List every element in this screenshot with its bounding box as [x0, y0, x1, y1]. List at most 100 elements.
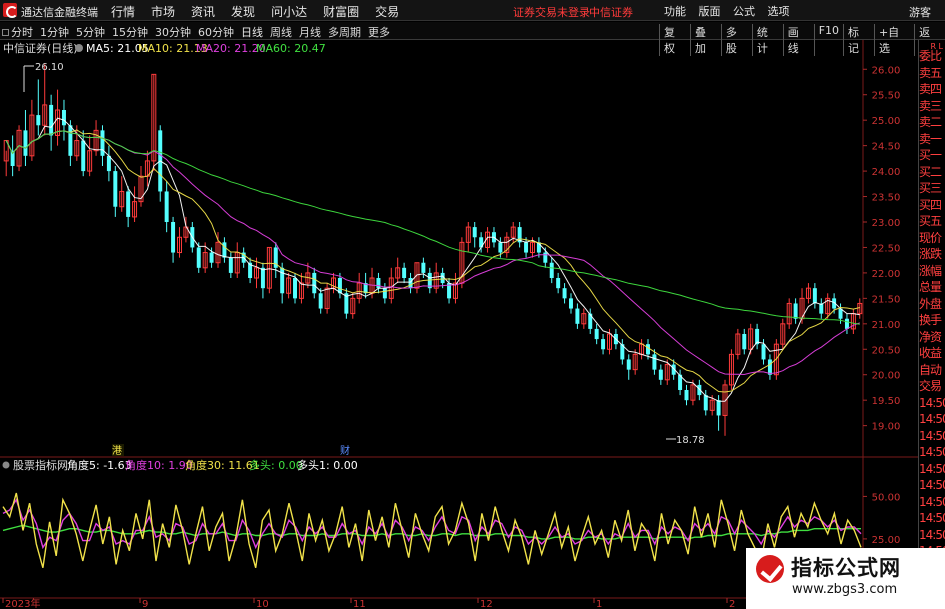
quote-item[interactable]: 14:50: [919, 494, 945, 511]
quote-item[interactable]: 买五: [919, 213, 945, 230]
guest-user[interactable]: 游客: [909, 4, 931, 20]
tab-monthly[interactable]: 月线: [299, 24, 321, 40]
candle-down[interactable]: [280, 267, 285, 294]
tab-daily[interactable]: 日线: [241, 24, 263, 40]
candle-down[interactable]: [498, 242, 503, 253]
candle-down[interactable]: [81, 140, 86, 172]
candle-down[interactable]: [113, 171, 118, 207]
quote-item[interactable]: 涨跌: [919, 246, 945, 263]
candle-down[interactable]: [543, 252, 548, 263]
candle-down[interactable]: [68, 125, 73, 156]
quote-item[interactable]: 14:50: [919, 428, 945, 445]
candle-down[interactable]: [100, 130, 105, 156]
tab-60min[interactable]: 60分钟: [198, 24, 234, 40]
candle-down[interactable]: [658, 369, 663, 380]
tab-1min[interactable]: 1分钟: [40, 24, 69, 40]
tab-30min[interactable]: 30分钟: [155, 24, 191, 40]
menu-item-formula[interactable]: 公式: [733, 5, 755, 18]
menu-item-exchange[interactable]: 市场: [151, 3, 175, 20]
candle-down[interactable]: [652, 354, 657, 370]
candle-down[interactable]: [171, 222, 176, 253]
quote-item[interactable]: 换手: [919, 312, 945, 329]
candle-down[interactable]: [421, 262, 426, 273]
candle-down[interactable]: [23, 130, 28, 156]
candle-down[interactable]: [408, 278, 413, 289]
candle-down[interactable]: [209, 252, 214, 263]
candle-down[interactable]: [318, 293, 323, 309]
candle-down[interactable]: [556, 278, 561, 289]
candle-down[interactable]: [164, 191, 169, 222]
candle-down[interactable]: [767, 359, 772, 375]
menu-item-discover[interactable]: 发现: [231, 3, 255, 20]
candle-down[interactable]: [312, 272, 317, 294]
quote-item[interactable]: 收益: [919, 345, 945, 362]
candle-down[interactable]: [228, 257, 233, 273]
quote-item[interactable]: 总量: [919, 279, 945, 296]
indicator-settings-icon[interactable]: [2, 461, 10, 469]
tab-weekly[interactable]: 周线: [270, 24, 292, 40]
candle-down[interactable]: [844, 318, 849, 329]
candle-down[interactable]: [703, 395, 708, 411]
indicator-name[interactable]: 股票指标网: [13, 458, 68, 472]
quote-item[interactable]: 14:50: [919, 444, 945, 461]
quote-item[interactable]: 买二: [919, 164, 945, 181]
kline-chart[interactable]: 26.00 25.50 25.00 24.50 24.00 23.50 23.00 22.50…: [0, 40, 918, 609]
chart-stage[interactable]: 26.00 25.50 25.00 24.50 24.00 23.50 23.00 22.50…: [0, 40, 918, 609]
quote-item[interactable]: 卖三: [919, 98, 945, 115]
candle-down[interactable]: [61, 110, 66, 126]
tab-more[interactable]: 更多: [368, 24, 390, 40]
quote-item[interactable]: 买一: [919, 147, 945, 164]
quote-item[interactable]: 涨幅: [919, 263, 945, 280]
tab-multi-period[interactable]: 多周期: [328, 24, 361, 40]
candle-down[interactable]: [575, 308, 580, 324]
tab-15min[interactable]: 15分钟: [112, 24, 148, 40]
candle-down[interactable]: [646, 344, 650, 355]
panel-corner-label[interactable]: R L: [930, 42, 943, 51]
login-status[interactable]: 证券交易未登录: [513, 4, 590, 20]
menu-item-function[interactable]: 功能: [664, 5, 686, 18]
quote-item[interactable]: 外盘: [919, 296, 945, 313]
candle-down[interactable]: [742, 334, 747, 350]
quote-item[interactable]: 卖一: [919, 131, 945, 148]
quote-item[interactable]: 买四: [919, 197, 945, 214]
menu-item-layout[interactable]: 版面: [699, 5, 721, 18]
candle-down[interactable]: [472, 227, 477, 238]
menu-item-assistant[interactable]: 问小达: [271, 3, 307, 20]
candle-down[interactable]: [601, 339, 606, 350]
candle-down[interactable]: [684, 390, 689, 401]
menu-item-market[interactable]: 行情: [111, 3, 135, 20]
finance-report-marker[interactable]: 财: [340, 444, 350, 457]
tab-5min[interactable]: 5分钟: [76, 24, 105, 40]
candle-down[interactable]: [402, 267, 407, 278]
quote-item[interactable]: 净资: [919, 329, 945, 346]
quote-item[interactable]: 卖四: [919, 81, 945, 98]
quote-item[interactable]: 14:50: [919, 510, 945, 527]
candle-down[interactable]: [549, 262, 554, 278]
quote-item[interactable]: 卖五: [919, 65, 945, 82]
quote-item[interactable]: 卖二: [919, 114, 945, 131]
candle-down[interactable]: [382, 288, 387, 299]
quote-item[interactable]: 自动: [919, 362, 945, 379]
quote-item[interactable]: 现价: [919, 230, 945, 247]
hk-connect-marker[interactable]: 港: [112, 445, 122, 457]
candle-down[interactable]: [793, 303, 798, 319]
settings-icon[interactable]: [75, 44, 83, 52]
menu-item-options[interactable]: 选项: [768, 5, 790, 18]
candle-down[interactable]: [260, 267, 265, 289]
quote-item[interactable]: 14:50: [919, 527, 945, 544]
quote-item[interactable]: 14:50: [919, 411, 945, 428]
broker-name[interactable]: 中信证券: [589, 4, 633, 20]
quote-item[interactable]: 14:50: [919, 477, 945, 494]
menu-item-trade[interactable]: 交易: [375, 3, 399, 20]
candle-down[interactable]: [49, 104, 54, 136]
quote-side-panel[interactable]: R L 委比 卖五 卖四 卖三 卖二 卖一 买一 买二 买三 买四 买五 现价 涨跌 涨幅 总量 外盘 换手 净资…: [918, 40, 945, 609]
candle-down[interactable]: [376, 278, 381, 289]
quote-item[interactable]: 14:50: [919, 395, 945, 412]
candle-down[interactable]: [524, 242, 529, 253]
candle-down[interactable]: [36, 115, 41, 126]
candle-down[interactable]: [568, 298, 573, 309]
quote-item[interactable]: 买三: [919, 180, 945, 197]
candle-down[interactable]: [812, 288, 817, 304]
quote-item[interactable]: 14:50: [919, 461, 945, 478]
candle-down[interactable]: [716, 400, 721, 416]
